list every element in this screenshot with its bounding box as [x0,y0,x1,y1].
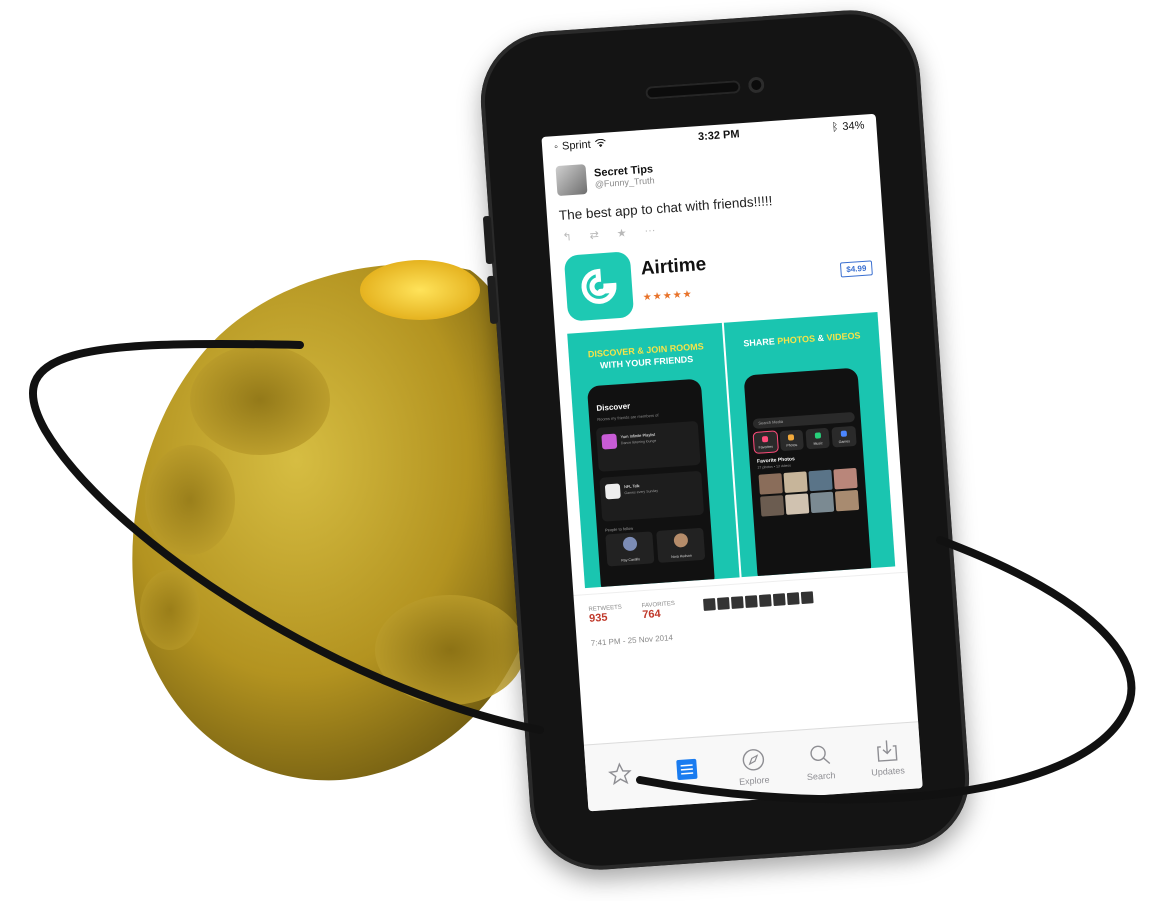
inner-phone-share: Search Media Favorites Photos Music Game… [743,367,872,578]
tab-updates[interactable]: Updates [851,722,922,793]
retweets-stat[interactable]: RETWEETS 935 [588,605,623,625]
gamepad-icon [840,430,847,437]
app-name: Airtime [640,253,707,280]
app-screenshots[interactable]: Discover & Join Rooms With Your Friends … [567,312,896,589]
person-photo [672,532,688,548]
retweets-count: 935 [588,611,608,625]
planet-illustration [132,260,543,781]
room-card: NFL Talk Games every Sunday [599,470,705,522]
screenshot-share[interactable]: Share Photos & Videos Search Media Favor… [723,312,896,578]
room-title: NFL Talk [623,483,640,490]
music-icon [814,432,821,439]
room-subtitle: Dance listening lounge [620,438,657,446]
carrier-group: ◦ Sprint [553,138,606,154]
scene: ◦ Sprint 3:32 PM ᛒ 34% Secret Tips @Funn… [0,0,1161,901]
tab-label: Explore [738,774,770,787]
bluetooth-icon: ᛒ [831,121,839,134]
signal-icon: ◦ [553,140,559,154]
star-icon [607,762,632,786]
battery-group: ᛒ 34% [831,120,864,134]
battery-label: 34% [842,119,865,134]
photo-thumbnail [834,489,859,512]
category-label: Music [813,441,823,446]
avatar[interactable] [716,597,730,610]
tab-label: Updates [870,765,906,778]
title-highlight-photos: Photos [776,333,816,347]
screenshot-discover[interactable]: Discover & Join Rooms With Your Friends … [567,322,740,589]
person-card: Nora Hudson [656,527,706,563]
people-list: Ray Castillo Nora Hudson [597,527,713,567]
wifi-icon [594,138,606,151]
category-favorites: Favorites [753,431,778,453]
avatar[interactable] [702,598,716,611]
category-photos: Photos [779,429,804,452]
list-icon [675,758,697,781]
avatar[interactable] [772,593,786,607]
favoriters-avatars[interactable] [702,591,814,611]
room-card: Yum Infinite Playlist Dance listening lo… [595,420,701,472]
screenshot-1-title: Discover & Join Rooms With Your Friends [568,339,724,374]
photo-thumbnail [759,495,784,517]
category-label: Games [838,439,851,445]
room-thumbnail [601,433,618,450]
photo-thumbnail [807,469,833,492]
inner-phone-discover: Discover Rooms my friends are members of… [586,378,716,589]
avatar[interactable] [758,594,772,608]
category-label: Favorites [758,444,774,450]
price-button[interactable]: $4.99 [839,260,873,278]
person-name: Nora Hudson [671,553,692,560]
avatar[interactable] [555,164,588,197]
screenshot-2-title: Share Photos & Videos [724,328,879,351]
person-name: Ray Castillo [621,557,641,563]
tab-featured[interactable] [584,741,655,812]
status-time: 3:32 PM [697,128,740,144]
photo-thumbnail [809,491,834,514]
tab-explore[interactable]: Explore [718,732,789,803]
person-photo [622,536,637,552]
photo-thumbnail [782,471,808,493]
download-icon [876,740,897,762]
avatar[interactable] [786,592,800,606]
search-icon [809,745,830,765]
photo-thumbnail [784,493,809,515]
category-games: Games [831,425,857,448]
compass-icon [742,749,764,771]
title-highlight-videos: Videos [826,330,861,343]
tab-top-charts[interactable] [651,736,722,807]
carrier-label: Sprint [561,138,592,153]
tweet-author: Secret Tips @Funny_Truth [594,163,655,189]
favorite-star-icon[interactable]: ★ [616,226,627,240]
heart-icon [761,435,769,443]
favorites-count: 764 [641,607,662,622]
person-card: Ray Castillo [605,531,655,567]
title-plain: Share [743,336,778,349]
photo-thumbnail [758,473,783,495]
photo-icon [788,434,795,441]
room-title: Yum Infinite Playlist [620,431,656,440]
room-subtitle: Games every Sunday [624,488,659,496]
photo-grid [750,463,867,521]
tab-label: Search [806,770,836,783]
airtime-app-icon[interactable] [563,251,635,322]
more-icon[interactable]: ··· [644,224,656,238]
retweet-icon[interactable]: ⇄ [589,228,599,242]
app-info: Airtime ★★★★★ [640,237,832,303]
tab-search[interactable]: Search [784,727,855,798]
phone-screen: ◦ Sprint 3:32 PM ᛒ 34% Secret Tips @Funn… [541,113,923,812]
inner-header-spacer [743,368,860,416]
rating-stars: ★★★★★ [642,288,693,304]
photo-thumbnail [832,467,858,490]
room-thumbnail [604,483,621,500]
avatar[interactable] [800,591,814,605]
category-label: Photos [786,442,798,448]
favorites-stat[interactable]: FAVORITES 764 [642,601,676,621]
phone-mockup: ◦ Sprint 3:32 PM ᛒ 34% Secret Tips @Funn… [476,5,974,875]
category-music: Music [805,427,831,450]
reply-icon[interactable]: ↰ [562,230,572,244]
avatar[interactable] [744,595,758,608]
avatar[interactable] [730,596,744,609]
